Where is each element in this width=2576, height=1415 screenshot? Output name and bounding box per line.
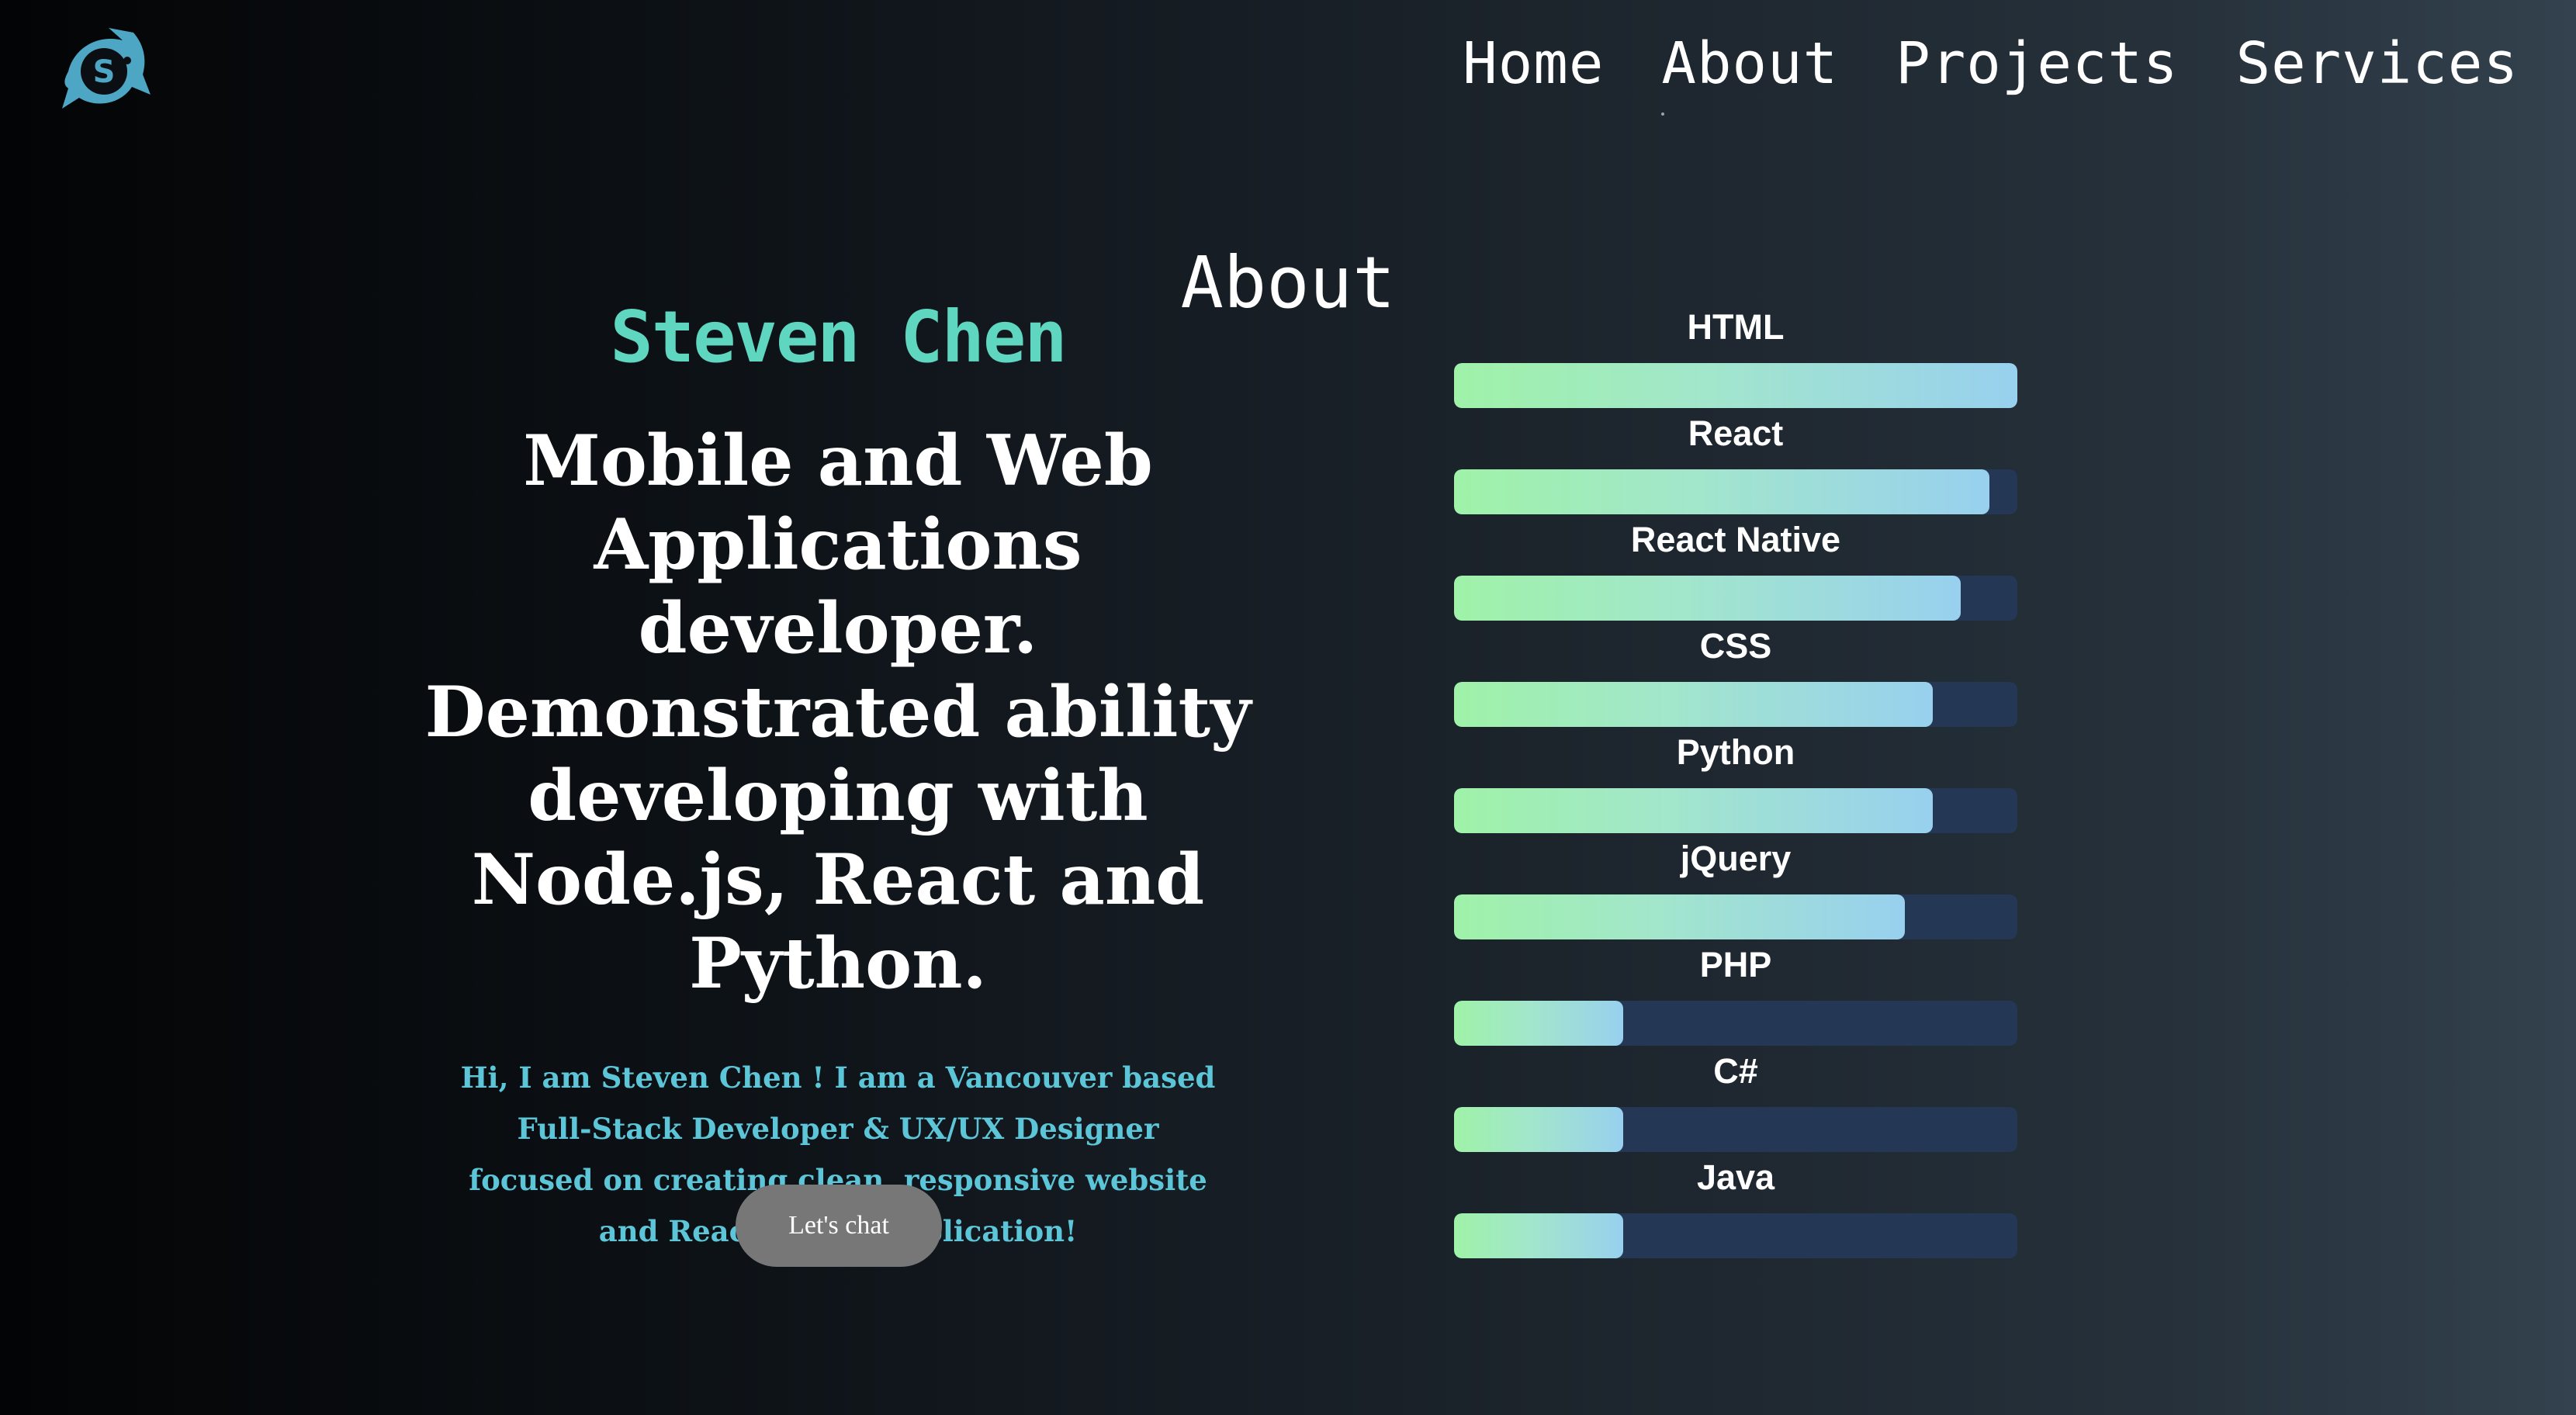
- nav-services[interactable]: Services: [2236, 29, 2519, 99]
- skill-python: Python: [1454, 729, 2017, 836]
- site-logo[interactable]: S: [51, 23, 152, 116]
- skill-bar-track: [1454, 1213, 2017, 1258]
- nav-projects[interactable]: Projects: [1896, 29, 2178, 99]
- skill-bar-fill: [1454, 1001, 1623, 1046]
- skill-php: PHP: [1454, 942, 2017, 1048]
- skill-java: Java: [1454, 1154, 2017, 1261]
- skill-bar-track: [1454, 576, 2017, 621]
- skill-react-native: React Native: [1454, 517, 2017, 623]
- skill-bar-track: [1454, 1001, 2017, 1046]
- headline: Mobile and Web Applications developer. D…: [424, 420, 1252, 1005]
- skill-label: jQuery: [1680, 839, 1792, 878]
- lets-chat-button[interactable]: Let's chat: [736, 1185, 942, 1267]
- skill-bar-fill: [1454, 894, 1905, 939]
- skill-bar-fill: [1454, 363, 2017, 408]
- skill-label: Java: [1696, 1157, 1775, 1197]
- main-nav: Home About Projects Services: [1463, 29, 2519, 116]
- skill-label: C#: [1713, 1051, 1758, 1091]
- logo-letter: S: [93, 54, 116, 90]
- nav-home[interactable]: Home: [1463, 29, 1604, 99]
- skill-label: PHP: [1699, 945, 1772, 984]
- skill-bar-track: [1454, 894, 2017, 939]
- skill-bar-track: [1454, 682, 2017, 727]
- skill-bar-track: [1454, 363, 2017, 408]
- skill-label: React Native: [1630, 520, 1841, 559]
- skill-bar-track: [1454, 469, 2017, 514]
- skill-css: CSS: [1454, 623, 2017, 729]
- skill-label: CSS: [1699, 626, 1772, 666]
- skill-jquery: jQuery: [1454, 836, 2017, 942]
- skills-list: HTML React React Native CSS Python jQuer…: [1454, 304, 2017, 1261]
- skill-bar-fill: [1454, 788, 1934, 833]
- about-content: Steven Chen Mobile and Web Applications …: [403, 295, 1272, 1257]
- skill-csharp: C#: [1454, 1048, 2017, 1154]
- skill-bar-fill: [1454, 469, 1989, 514]
- skill-bar-track: [1454, 1107, 2017, 1152]
- skill-label: React: [1688, 413, 1784, 453]
- skill-label: Python: [1676, 732, 1795, 772]
- skill-html: HTML: [1454, 304, 2017, 410]
- nav-about[interactable]: About: [1661, 29, 1838, 116]
- skill-react: React: [1454, 410, 2017, 517]
- skill-bar-track: [1454, 788, 2017, 833]
- profile-name: Steven Chen: [610, 296, 1067, 379]
- skill-bar-fill: [1454, 576, 1961, 621]
- fish-logo-icon: S: [62, 28, 151, 109]
- skill-bar-fill: [1454, 1213, 1623, 1258]
- section-title: About: [1180, 240, 1396, 324]
- skill-bar-fill: [1454, 682, 1934, 727]
- skill-bar-fill: [1454, 1107, 1623, 1152]
- skill-label: HTML: [1687, 307, 1785, 347]
